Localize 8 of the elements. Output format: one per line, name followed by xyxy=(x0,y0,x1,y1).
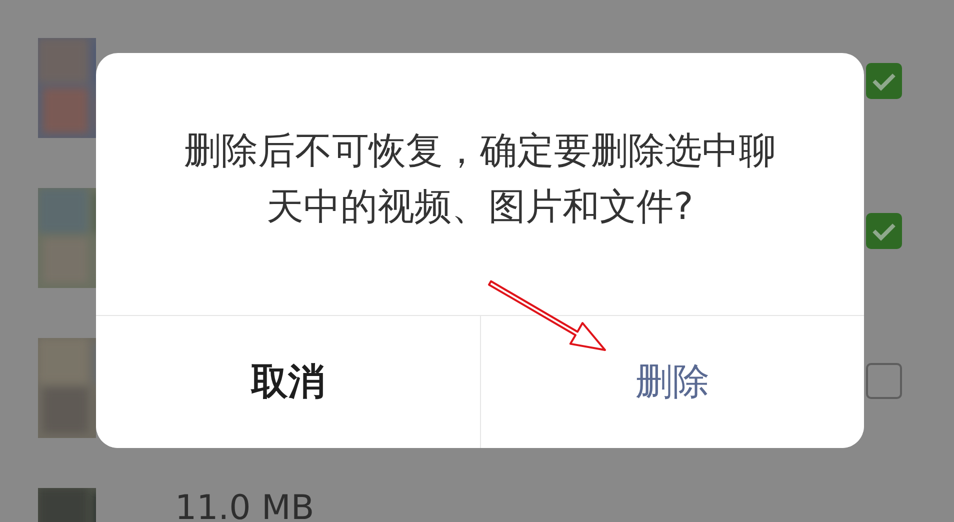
file-size: 11.0 MB xyxy=(175,488,316,522)
check-icon xyxy=(871,221,897,241)
checkbox[interactable] xyxy=(866,213,902,249)
dialog-message: 删除后不可恢复，确定要删除选中聊天中的视频、图片和文件? xyxy=(183,128,777,230)
checkbox[interactable] xyxy=(866,63,902,99)
checkbox[interactable] xyxy=(866,363,902,399)
delete-button[interactable]: 删除 xyxy=(480,316,864,448)
check-icon xyxy=(871,71,897,91)
